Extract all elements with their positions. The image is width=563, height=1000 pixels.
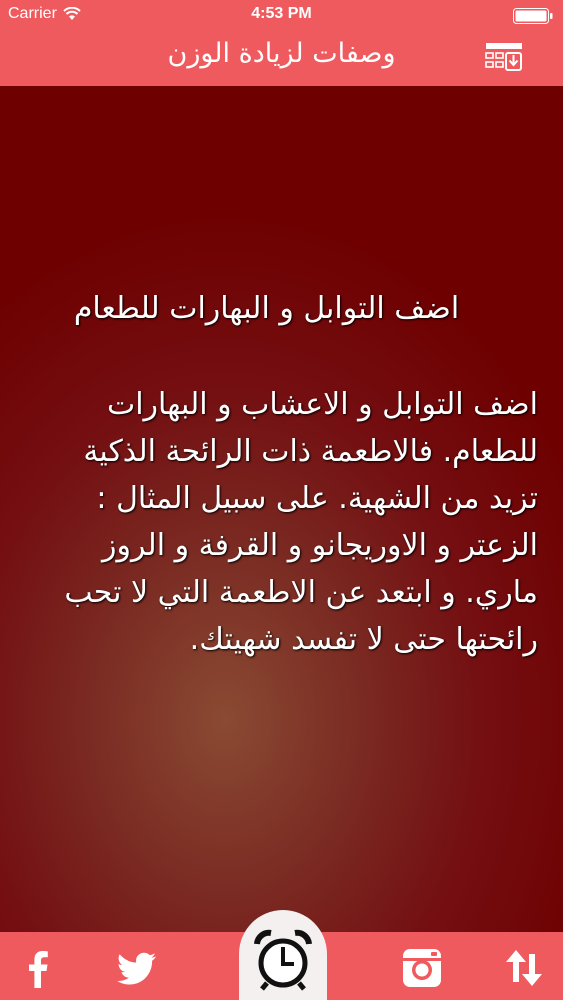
share-icon[interactable] xyxy=(500,944,548,992)
tab-bar xyxy=(0,910,563,1000)
facebook-icon[interactable] xyxy=(14,944,62,992)
alarm-button[interactable] xyxy=(239,910,327,1000)
status-time: 4:53 PM xyxy=(251,5,312,22)
instagram-icon[interactable] xyxy=(398,944,446,992)
status-bar: Carrier 4:53 PM xyxy=(0,0,563,30)
save-list-icon[interactable] xyxy=(485,42,523,74)
alarm-clock-icon xyxy=(254,929,312,991)
article-body: اضف التوابل و الاعشاب و البهارات للطعام.… xyxy=(64,387,538,657)
nav-bar: وصفات لزيادة الوزن xyxy=(0,30,563,86)
page-title: وصفات لزيادة الوزن xyxy=(167,38,396,69)
article-title: اضف التوابل و البهارات للطعام xyxy=(73,291,460,326)
battery-icon xyxy=(513,8,553,24)
twitter-icon[interactable] xyxy=(112,944,160,992)
article-content[interactable]: اضف التوابل و البهارات للطعام اضف التواب… xyxy=(0,86,563,932)
